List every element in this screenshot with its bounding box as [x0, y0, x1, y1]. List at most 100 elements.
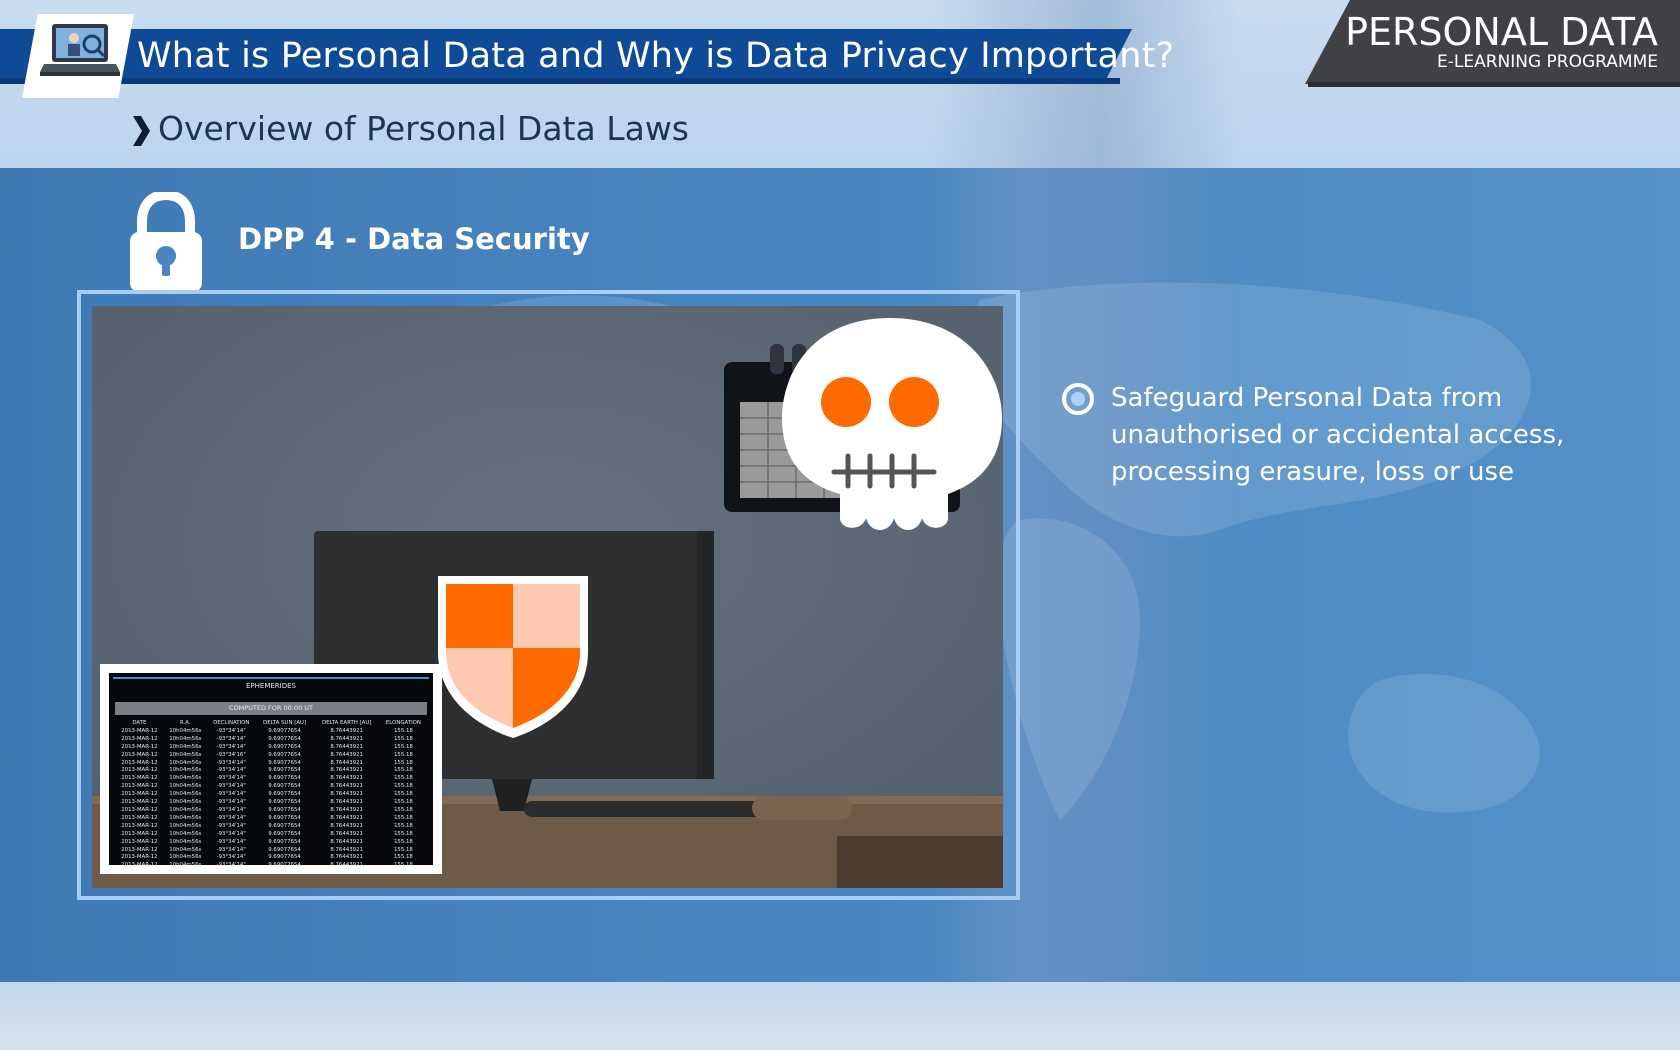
- table-cell: 9.69077654: [268, 767, 301, 774]
- table-cell: 8.76443921: [330, 799, 363, 806]
- table-cell: -93°34'14": [216, 806, 246, 813]
- page-title: What is Personal Data and Why is Data Pr…: [137, 36, 1175, 76]
- table-row: 2013-MAR-1210h04m56s-93°34'14"9.69077654…: [115, 823, 427, 831]
- table-cell: -93°34'14": [216, 743, 246, 750]
- table-cell: 155.18: [393, 751, 413, 758]
- table-cell: 9.69077654: [268, 743, 301, 750]
- ephemerides-table: DATE R.A. DECLINATION DELTA SUN [AU] DEL…: [115, 720, 427, 865]
- table-cell: -93°34'14": [216, 846, 246, 853]
- table-cell: 9.69077654: [268, 846, 301, 853]
- slide: What is Personal Data and Why is Data Pr…: [0, 0, 1680, 1050]
- footer-background: [0, 982, 1680, 1050]
- table-cell: 155.18: [393, 854, 413, 861]
- table-cell: 2013-MAR-12: [121, 751, 158, 758]
- table-cell: 8.76443921: [330, 759, 363, 766]
- table-cell: -93°34'14": [216, 791, 246, 798]
- table-cell: 8.76443921: [313, 862, 379, 865]
- table-cell: 2013-MAR-12: [121, 830, 158, 837]
- table-cell: -93°34'14": [216, 759, 246, 766]
- table-cell: 8.76443921: [330, 735, 363, 742]
- table-row: 2013-MAR-12 10h04m56s -93°34'14" 9.69077654…: [115, 744, 427, 752]
- table-cell: 10h04m56s: [169, 743, 202, 750]
- table-cell: 9.69077654: [268, 759, 301, 766]
- table-cell: 10h04m56s: [169, 751, 202, 758]
- table-cell: 8.76443921: [330, 846, 363, 853]
- table-row: 2013-MAR-12 10h04m56s -93°34'14" 9.69077654…: [115, 807, 427, 815]
- table-cell: -93°34'14": [216, 775, 246, 782]
- table-row: 2013-MAR-12 10h04m56s -93°34'14" 9.69077654…: [115, 831, 427, 839]
- table-header-row: DATE R.A. DECLINATION DELTA SUN [AU] DEL…: [115, 720, 427, 728]
- table-cell: -93°34'14": [216, 783, 246, 790]
- table-cell: 9.69077654: [268, 854, 301, 861]
- table-cell: 10h04m56s: [164, 862, 207, 865]
- table-cell: -93°34'14": [216, 830, 246, 837]
- brand-subtitle: E-LEARNING PROGRAMME: [1437, 52, 1658, 72]
- table-cell: 10h04m56s: [169, 783, 202, 790]
- table-cell: 9.69077654: [268, 806, 301, 813]
- column-header: ELONGATION: [385, 720, 421, 726]
- section-subtitle: Overview of Personal Data Laws: [158, 109, 689, 148]
- table-row: 2013-MAR-1210h04m56s-93°34'14"9.69077654…: [115, 839, 427, 847]
- table-cell: 2013-MAR-12: [121, 814, 158, 821]
- table-cell: 2013-MAR-12: [121, 838, 158, 845]
- table-cell: 10h04m56s: [169, 806, 202, 813]
- table-cell: 2013-MAR-12: [121, 799, 158, 806]
- table-cell: 8.76443921: [330, 830, 363, 837]
- table-cell: -93°34'14": [216, 814, 246, 821]
- table-cell: 155.18: [393, 830, 413, 837]
- table-cell: 8.76443921: [330, 751, 363, 758]
- table-cell: 8.76443921: [330, 767, 363, 774]
- table-cell: -93°34'14": [216, 854, 246, 861]
- table-cell: 8.76443921: [330, 814, 363, 821]
- bullet-text: Safeguard Personal Data from unauthorise…: [1111, 383, 1565, 487]
- table-cell: 155.18: [393, 838, 413, 845]
- brand-badge-shadow: [1308, 82, 1680, 87]
- table-cell: 8.76443921: [330, 806, 363, 813]
- column-header: DELTA EARTH [AU]: [321, 720, 372, 726]
- table-cell: 9.69077654: [256, 862, 314, 865]
- table-cell: 2013-MAR-12: [121, 806, 158, 813]
- table-cell: 2013-MAR-12: [121, 791, 158, 798]
- table-cell: 155.18: [380, 862, 427, 865]
- table-cell: 10h04m56s: [169, 759, 202, 766]
- table-cell: 10h04m56s: [169, 775, 202, 782]
- table-row: 2013-MAR-1210h04m56s-93°34'14"9.69077654…: [115, 767, 427, 775]
- table-row: 2013-MAR-1210h04m56s-93°34'14"9.69077654…: [115, 854, 427, 862]
- table-cell: 155.18: [393, 759, 413, 766]
- table-cell: 9.69077654: [268, 830, 301, 837]
- column-header: DECLINATION: [213, 720, 250, 726]
- table-cell: 2013-MAR-12: [121, 846, 158, 853]
- table-cell: 2013-MAR-12: [115, 862, 164, 865]
- table-cell: 2013-MAR-12: [121, 822, 158, 829]
- ephemerides-document: EPHEMERIDES COMPUTED FOR 00:00 UT DATE R…: [100, 664, 442, 874]
- table-cell: 8.76443921: [330, 775, 363, 782]
- table-cell: 8.76443921: [330, 838, 363, 845]
- table-cell: 155.18: [393, 846, 413, 853]
- table-cell: 2013-MAR-12: [121, 854, 158, 861]
- table-cell: 10h04m56s: [169, 822, 202, 829]
- table-cell: 9.69077654: [268, 822, 301, 829]
- table-cell: 2013-MAR-12: [121, 735, 158, 742]
- table-cell: 9.69077654: [268, 735, 301, 742]
- table-cell: 9.69077654: [268, 751, 301, 758]
- table-cell: 9.69077654: [268, 791, 301, 798]
- table-cell: 10h04m56s: [169, 854, 202, 861]
- radio-bullet-icon: [1062, 383, 1094, 415]
- table-cell: 155.18: [393, 799, 413, 806]
- table-cell: 10h04m56s: [169, 830, 202, 837]
- table-row: 2013-MAR-1210h04m56s-93°34'14"9.69077654…: [115, 736, 427, 744]
- table-cell: 8.76443921: [330, 743, 363, 750]
- title-band-shadow: [0, 78, 1120, 84]
- table-cell: 9.69077654: [268, 727, 301, 734]
- table-cell: 10h04m56s: [169, 767, 202, 774]
- table-cell: 9.69077654: [268, 814, 301, 821]
- table-cell: 155.18: [393, 767, 413, 774]
- chevron-right-icon: [133, 116, 150, 146]
- table-cell: 8.76443921: [330, 791, 363, 798]
- table-cell: 2013-MAR-12: [121, 759, 158, 766]
- column-header: R.A.: [180, 720, 191, 726]
- table-cell: 9.69077654: [268, 838, 301, 845]
- table-cell: 8.76443921: [330, 783, 363, 790]
- table-cell: 2013-MAR-12: [121, 743, 158, 750]
- table-cell: -93°34'14": [216, 838, 246, 845]
